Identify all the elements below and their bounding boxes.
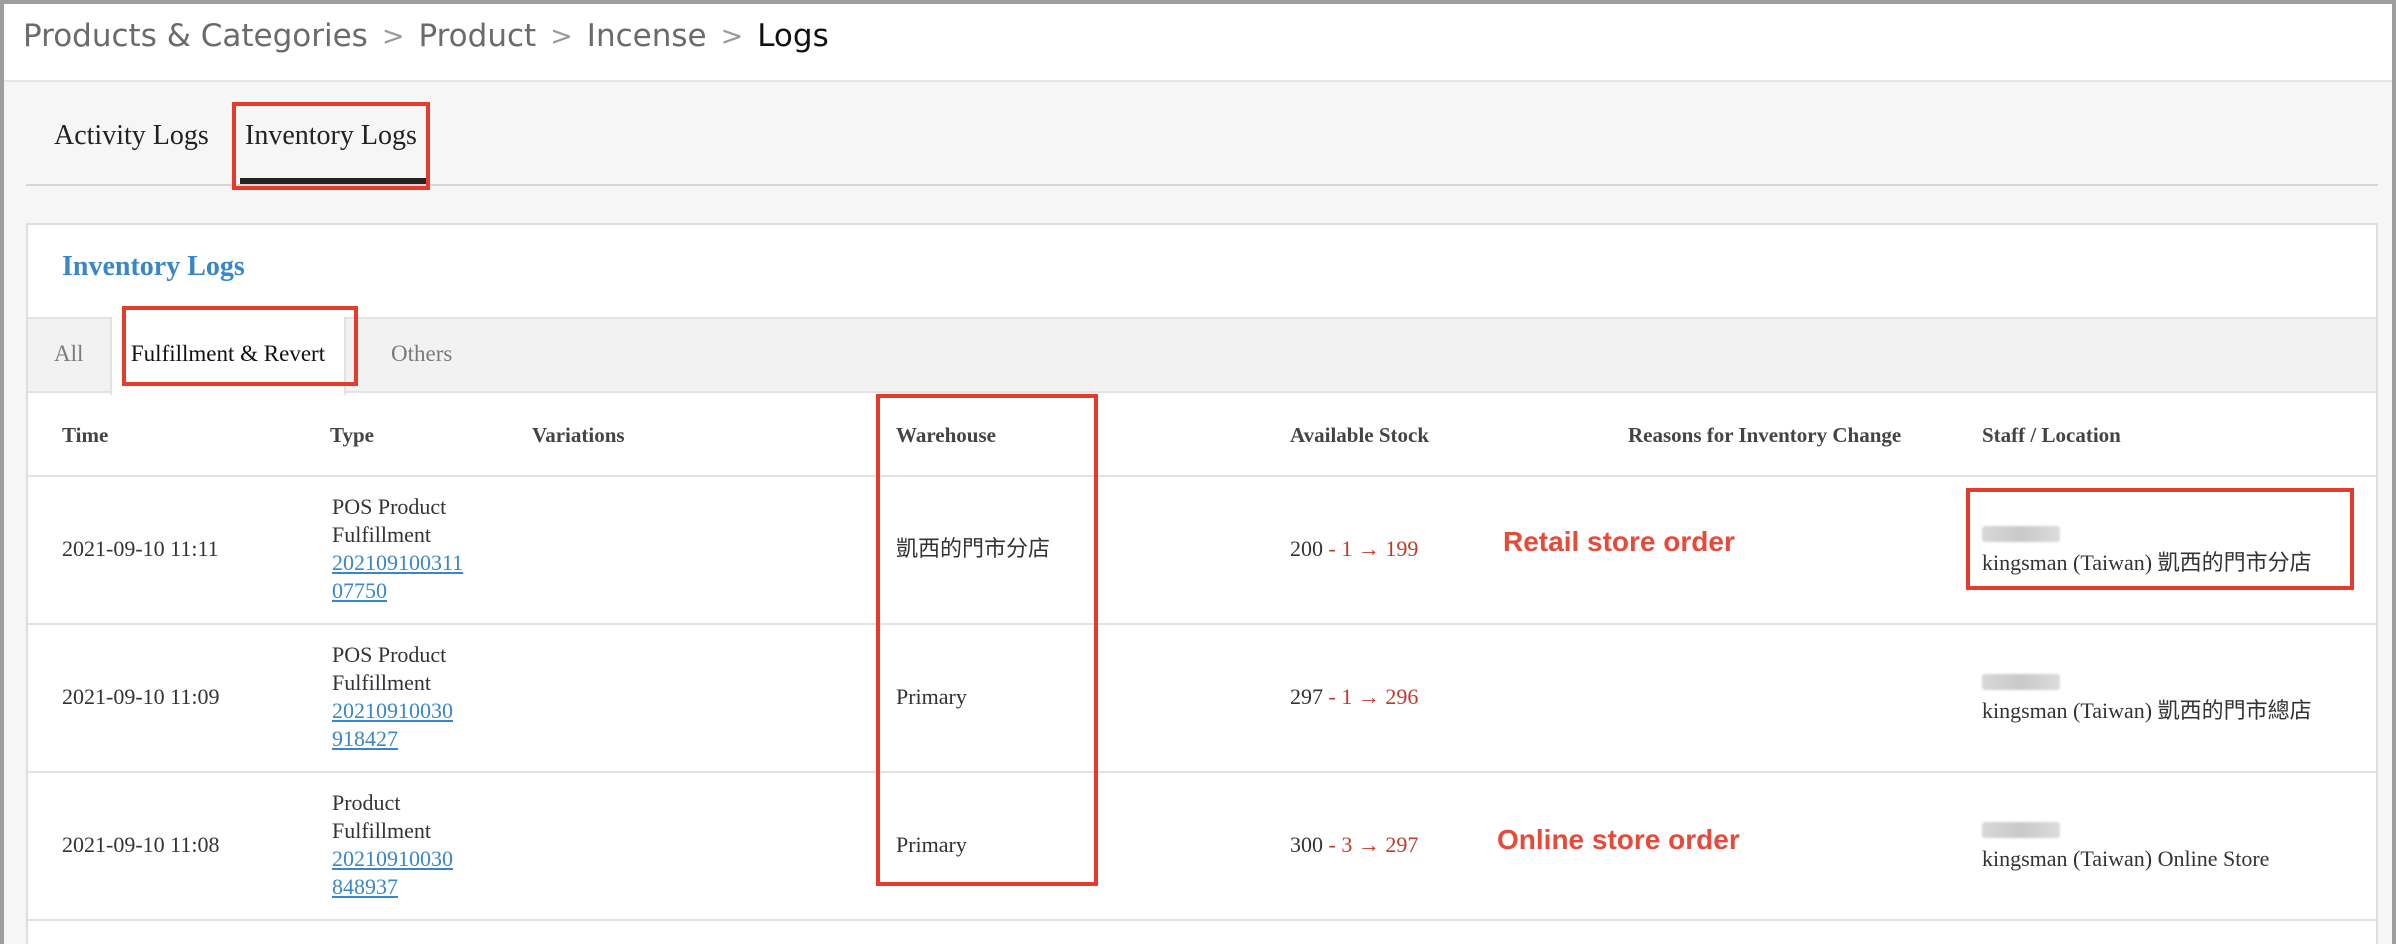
table-header: Time Type Variations Warehouse Available… <box>28 393 2376 477</box>
stock-change: - 3 <box>1328 832 1353 857</box>
row-type-line1: POS Product <box>332 494 447 519</box>
arrow-right-icon: → <box>1357 684 1380 709</box>
breadcrumb-products-categories[interactable]: Products & Categories <box>23 18 368 54</box>
arrow-right-icon: → <box>1357 832 1380 857</box>
table-row: 2021-09-10 11:08 Product Fulfillment 202… <box>28 773 2376 921</box>
row-location: kingsman (Taiwan) Online Store <box>1982 846 2270 871</box>
row-time: 2021-09-10 11:11 <box>62 536 219 561</box>
row-time: 2021-09-10 11:09 <box>62 684 220 709</box>
breadcrumb-product[interactable]: Product <box>418 18 536 54</box>
tab-activity-logs[interactable]: Activity Logs <box>54 120 209 152</box>
row-type-line2: Fulfillment <box>332 522 431 547</box>
breadcrumb: Products & Categories > Product > Incens… <box>23 18 829 54</box>
stock-after: 296 <box>1385 684 1419 709</box>
breadcrumb-incense[interactable]: Incense <box>587 18 707 54</box>
order-number-link[interactable]: 20210910030 918427 <box>332 697 482 753</box>
row-available-stock: 300 - 3 → 297 <box>1290 831 1418 859</box>
row-type: POS Product Fulfillment 202109100311 0775… <box>332 493 482 605</box>
inventory-filter-tabs: All Fulfillment & Revert Others <box>28 317 2376 395</box>
stock-change: - 1 <box>1328 536 1353 561</box>
row-available-stock: 200 - 1 → 199 <box>1290 535 1418 563</box>
column-time: Time <box>62 423 109 447</box>
stock-after: 199 <box>1385 536 1419 561</box>
table-row: 2021-09-10 11:09 POS Product Fulfillment… <box>28 625 2376 773</box>
column-reasons: Reasons for Inventory Change <box>1628 423 1902 447</box>
breadcrumb-bar: Products & Categories > Product > Incens… <box>4 4 2392 82</box>
redacted-staff-name <box>1982 674 2060 690</box>
redacted-staff-name <box>1982 822 2060 838</box>
breadcrumb-separator-icon: > <box>550 20 573 52</box>
row-type: Product Fulfillment 20210910030 848937 <box>332 789 482 901</box>
order-number-link[interactable]: 202109100311 07750 <box>332 549 482 605</box>
breadcrumb-separator-icon: > <box>720 20 744 52</box>
annotation-retail-store-order: Retail store order <box>1503 526 1735 557</box>
breadcrumb-logs: Logs <box>757 18 829 54</box>
row-type-line1: POS Product <box>332 642 447 667</box>
stock-before: 297 <box>1290 684 1323 709</box>
breadcrumb-separator-icon: > <box>381 20 405 52</box>
card-title: Inventory Logs <box>62 251 245 282</box>
row-staff-location: kingsman (Taiwan) Online Store <box>1982 817 2269 873</box>
column-staff-location: Staff / Location <box>1982 423 2121 447</box>
stock-after: 297 <box>1385 832 1419 857</box>
row-time: 2021-09-10 11:08 <box>62 832 220 857</box>
highlight-fulfillment-revert-tab <box>122 306 358 386</box>
row-type-line2: Fulfillment <box>332 670 431 695</box>
arrow-right-icon: → <box>1357 536 1380 561</box>
column-variations: Variations <box>532 423 625 447</box>
order-number-link[interactable]: 20210910030 848937 <box>332 845 482 901</box>
row-location: kingsman (Taiwan) 凱西的門市總店 <box>1982 698 2312 723</box>
highlight-warehouse-column <box>876 394 1098 886</box>
highlight-staff-location-cell <box>1966 488 2354 590</box>
row-available-stock: 297 - 1 → 296 <box>1290 683 1418 711</box>
stock-before: 300 <box>1290 832 1323 857</box>
annotation-online-store-order: Online store order <box>1497 824 1740 855</box>
row-staff-location: kingsman (Taiwan) 凱西的門市總店 <box>1982 669 2312 725</box>
row-type: POS Product Fulfillment 20210910030 91842… <box>332 641 482 753</box>
highlight-inventory-logs-tab <box>232 102 430 190</box>
column-type: Type <box>330 423 374 447</box>
stock-before: 200 <box>1290 536 1323 561</box>
stock-change: - 1 <box>1328 684 1353 709</box>
tab-all[interactable]: All <box>54 341 83 367</box>
page: Products & Categories > Product > Incens… <box>4 4 2392 944</box>
row-type-line1: Product <box>332 790 401 815</box>
tab-others[interactable]: Others <box>391 341 452 367</box>
column-available-stock: Available Stock <box>1290 423 1430 447</box>
row-type-line2: Fulfillment <box>332 818 431 843</box>
